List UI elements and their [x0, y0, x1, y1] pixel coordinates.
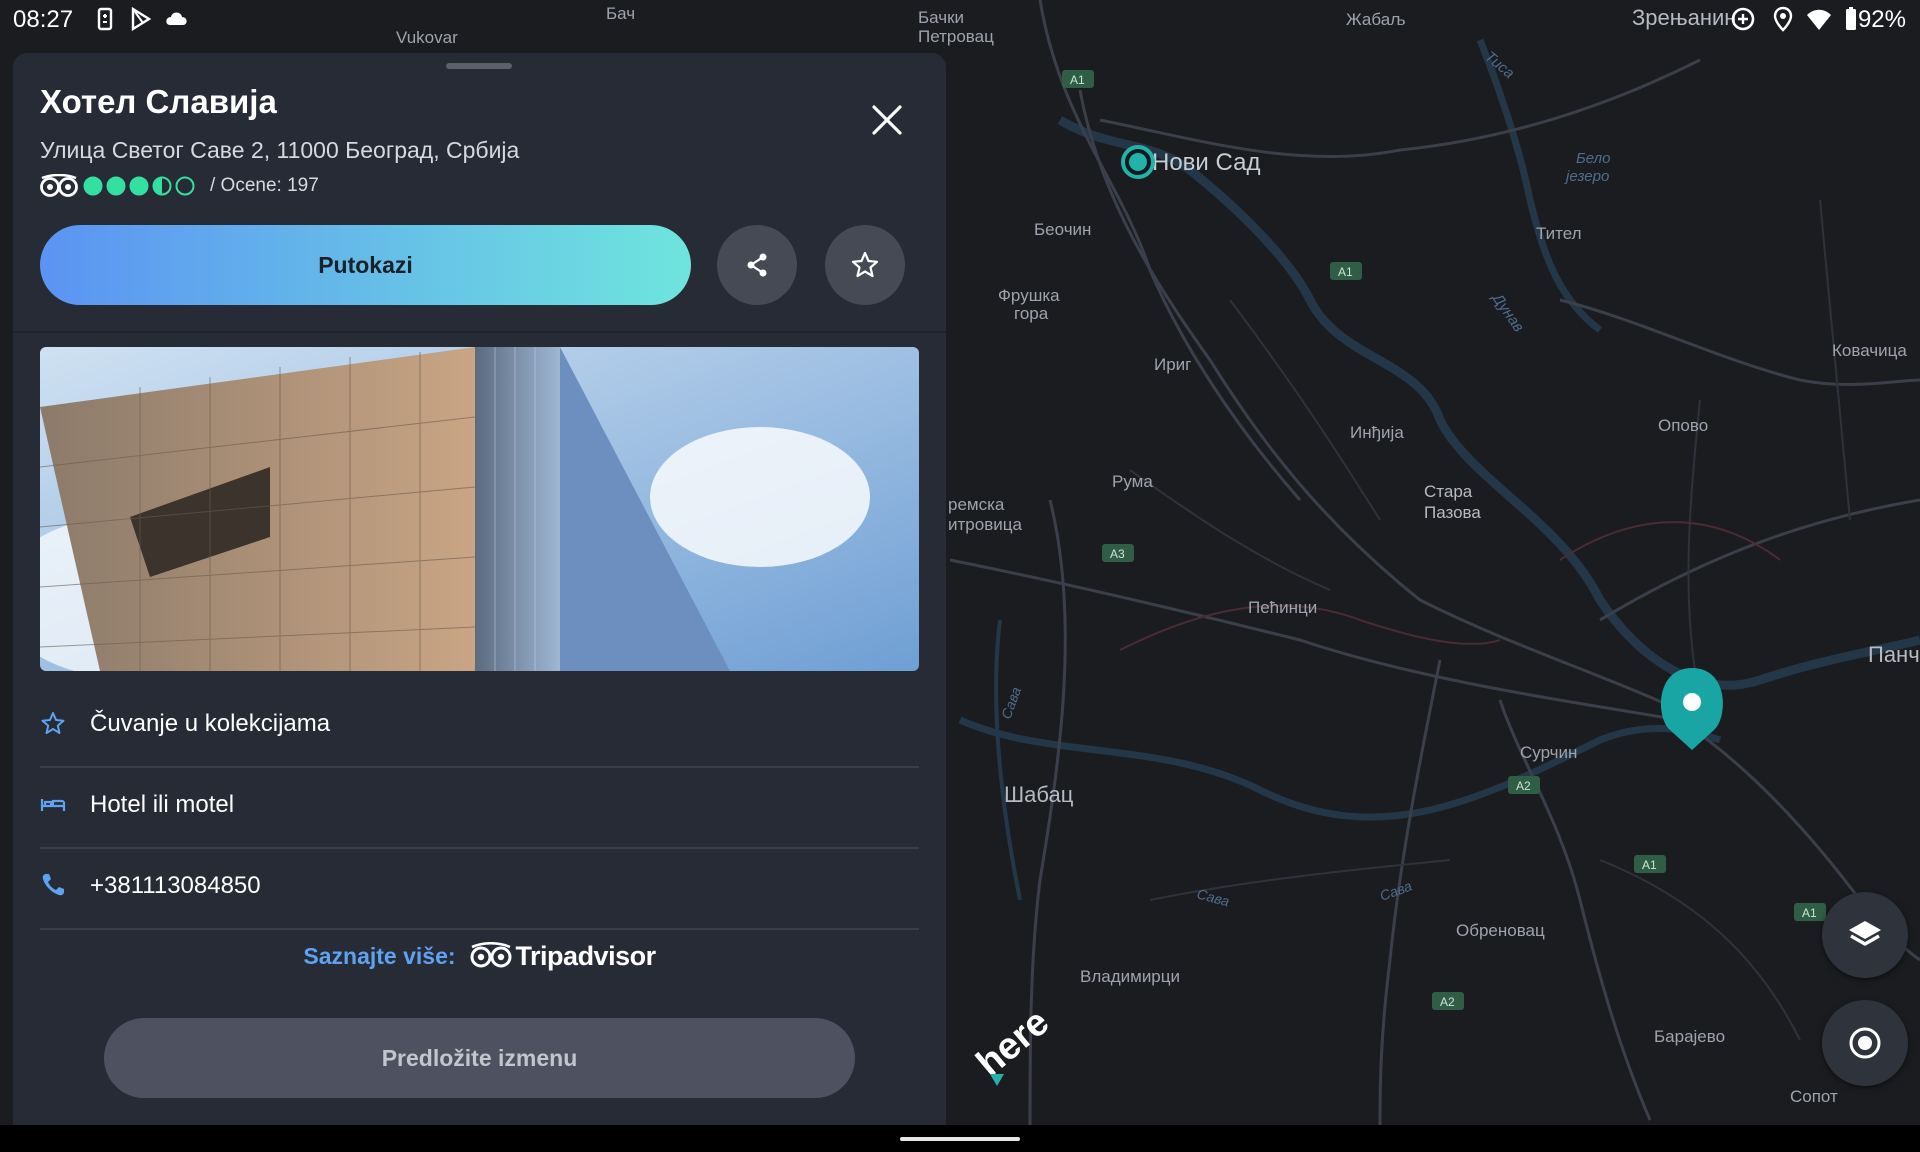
svg-text:Ковачица: Ковачица [1832, 341, 1907, 360]
svg-text:Сурчин: Сурчин [1520, 743, 1577, 762]
map-layers-button[interactable] [1822, 892, 1908, 978]
svg-text:Инђија: Инђија [1350, 423, 1404, 442]
tripadvisor-owl-icon [40, 174, 78, 197]
status-bar: 08:27 92% [0, 0, 1920, 40]
svg-text:A1: A1 [1802, 906, 1817, 920]
svg-text:Рума: Рума [1112, 472, 1153, 491]
my-location-button[interactable] [1822, 1000, 1908, 1086]
svg-text:Сопот: Сопот [1790, 1087, 1838, 1106]
status-time: 08:27 [13, 6, 74, 33]
learn-more[interactable]: Saznajte više: Tripadvisor [13, 936, 946, 976]
svg-text:Нови Сад: Нови Сад [1152, 149, 1260, 176]
tripadvisor-owl-icon [470, 942, 512, 968]
svg-text:Владимирци: Владимирци [1080, 967, 1180, 986]
svg-text:гора: гора [1014, 304, 1049, 323]
home-gesture-handle[interactable] [900, 1137, 1020, 1141]
tripadvisor-rating[interactable]: / Ocene: 197 [40, 172, 319, 200]
place-details-panel: Хотел Славија Улица Светог Саве 2, 11000… [13, 53, 946, 1125]
bed-icon [40, 799, 66, 811]
share-button[interactable] [717, 225, 797, 305]
favorite-button[interactable] [825, 225, 905, 305]
learn-more-label: Saznajte više: [303, 942, 456, 969]
svg-text:A1: A1 [1338, 265, 1353, 279]
rating-bubble-fill [107, 177, 125, 195]
svg-text:језеро: језеро [1564, 168, 1609, 185]
phone-number: +381113084850 [90, 872, 261, 899]
place-photo[interactable] [40, 347, 919, 671]
save-to-collections-row[interactable]: Čuvanje u kolekcijama [40, 686, 919, 768]
section-divider [13, 331, 946, 333]
category-label: Hotel ili motel [90, 791, 235, 818]
svg-text:A2: A2 [1516, 779, 1531, 793]
system-navigation-bar [0, 1125, 1920, 1152]
place-title: Хотел Славија [40, 83, 277, 120]
svg-text:Опово: Опово [1658, 416, 1708, 435]
svg-text:итровица: итровица [948, 515, 1022, 534]
play-store-icon [131, 6, 152, 32]
star-outline-icon [41, 712, 65, 734]
location-icon [1773, 6, 1793, 32]
save-to-collections-label: Čuvanje u kolekcijama [90, 710, 331, 737]
svg-text:Шабац: Шабац [1004, 782, 1074, 807]
drag-handle[interactable] [446, 63, 512, 69]
directions-button[interactable]: Putokazi [40, 225, 691, 305]
wifi-icon [1807, 9, 1831, 30]
close-icon[interactable] [867, 100, 907, 140]
share-icon [747, 253, 767, 277]
svg-text:A1: A1 [1070, 73, 1085, 87]
svg-text:Пећинци: Пећинци [1248, 598, 1317, 617]
battery-saver-icon [97, 7, 113, 31]
svg-text:ремска: ремска [948, 495, 1005, 514]
svg-text:Бело: Бело [1576, 150, 1610, 167]
svg-text:Стара: Стара [1424, 482, 1473, 501]
svg-text:A1: A1 [1642, 858, 1657, 872]
phone-row[interactable]: +381113084850 [40, 848, 919, 930]
tripadvisor-logo: Tripadvisor [470, 941, 656, 972]
rating-bubble-fill [84, 177, 102, 195]
svg-text:Тител: Тител [1536, 224, 1582, 243]
svg-text:Обреновац: Обреновац [1456, 921, 1545, 940]
layers-icon [1849, 921, 1881, 946]
tripadvisor-brand: Tripadvisor [515, 940, 657, 971]
my-location-icon [1849, 1027, 1881, 1059]
svg-text:A3: A3 [1110, 547, 1125, 561]
svg-text:Пазова: Пазова [1424, 503, 1481, 522]
phone-icon [42, 874, 64, 896]
svg-text:Панче: Панче [1868, 642, 1920, 667]
rating-bubble-fill [130, 177, 148, 195]
svg-text:Ириг: Ириг [1154, 355, 1191, 374]
svg-text:Беочин: Беочин [1034, 220, 1091, 239]
review-count: / Ocene: 197 [210, 175, 319, 196]
place-address: Улица Светог Саве 2, 11000 Београд, Срби… [40, 137, 520, 163]
battery-percent: 92% [1857, 6, 1906, 33]
rating-bubbles [83, 176, 195, 196]
rating-bubble [175, 176, 195, 196]
svg-text:Фрушка: Фрушка [998, 286, 1060, 305]
star-icon [851, 251, 879, 278]
suggest-edit-button[interactable]: Predložite izmenu [104, 1018, 855, 1098]
cloud-icon [166, 12, 187, 25]
svg-text:Барајево: Барајево [1654, 1027, 1725, 1046]
category-row: Hotel ili motel [40, 767, 919, 849]
data-saver-icon [1731, 7, 1755, 31]
svg-text:A2: A2 [1440, 995, 1455, 1009]
